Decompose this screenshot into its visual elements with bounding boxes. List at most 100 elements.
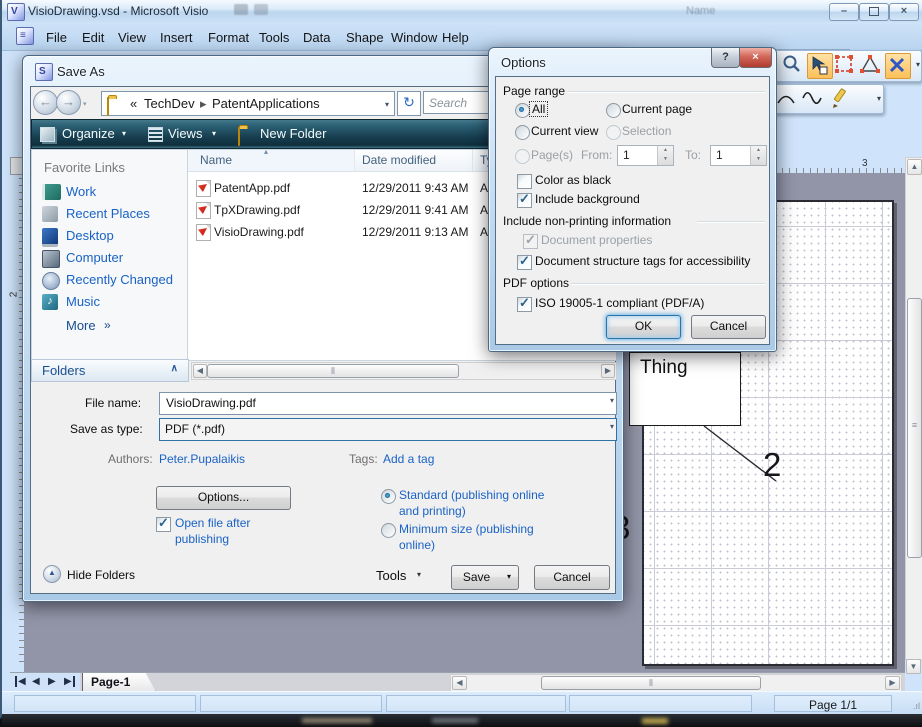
to-spinner[interactable]: 1 ▲▼ (710, 145, 767, 166)
menu-data[interactable]: Data (299, 28, 334, 47)
spinner-arrows-icon[interactable]: ▲▼ (750, 146, 766, 165)
tags-add-link[interactable]: Add a tag (383, 452, 434, 466)
list-horizontal-scrollbar[interactable]: ◀ ⦀ ▶ (191, 362, 617, 380)
recent-pages-icon[interactable]: ▾ (83, 100, 87, 108)
address-bar[interactable]: « TechDev ▸ PatentApplications ▾ (101, 91, 395, 116)
current-view-radio[interactable] (515, 125, 530, 140)
options-button[interactable]: Options... (156, 486, 291, 510)
minimum-radio-label[interactable]: Minimum size (publishing online) (399, 521, 549, 553)
crumb-overflow-icon[interactable]: « (130, 96, 137, 111)
menu-insert[interactable]: Insert (156, 28, 197, 47)
forward-button[interactable]: → (56, 90, 81, 115)
menu-view[interactable]: View (114, 28, 150, 47)
arc-tool-icon[interactable] (775, 87, 799, 111)
next-page-icon[interactable]: ▶ (48, 676, 56, 687)
menu-file[interactable]: File (42, 28, 71, 47)
organize-dropdown-icon[interactable]: ▾ (122, 129, 126, 138)
save-split-dropdown-icon[interactable]: ▾ (500, 565, 519, 590)
views-button[interactable]: Views (168, 126, 202, 141)
open-after-label[interactable]: Open file after publishing (175, 515, 297, 547)
include-background-label[interactable]: Include background (535, 192, 640, 206)
sidebar-item-desktop[interactable]: Desktop (66, 228, 114, 243)
menu-window[interactable]: Window (387, 28, 441, 47)
open-after-checkbox[interactable] (156, 517, 171, 532)
iso-compliant-checkbox[interactable] (517, 297, 532, 312)
tools-dropdown-icon[interactable]: ▾ (417, 570, 421, 579)
toolbar-overflow-icon[interactable]: ▾ (916, 60, 920, 69)
scroll-down-icon[interactable]: ▼ (906, 659, 921, 674)
cancel-button[interactable]: Cancel (534, 565, 610, 590)
scroll-right-icon[interactable]: ▶ (601, 364, 615, 378)
vertical-scroll-thumb[interactable]: ≡ (907, 298, 922, 558)
cancel-button[interactable]: Cancel (691, 315, 766, 339)
last-page-icon[interactable]: ▶ (64, 676, 75, 687)
triangle-tool-icon[interactable] (859, 53, 883, 77)
scroll-right-icon[interactable]: ▶ (885, 676, 900, 690)
minimize-button[interactable]: – (829, 3, 859, 21)
back-button[interactable]: ← (33, 90, 58, 115)
combo-dropdown-icon[interactable]: ▾ (610, 422, 614, 431)
page-tab[interactable]: Page-1 (82, 673, 156, 692)
current-page-radio[interactable] (606, 103, 621, 118)
views-dropdown-icon[interactable]: ▾ (212, 129, 216, 138)
minimum-radio[interactable] (381, 523, 396, 538)
toolbar-overflow-icon[interactable]: ▾ (877, 94, 881, 103)
freeform-tool-icon[interactable] (801, 87, 825, 111)
include-background-checkbox[interactable] (517, 193, 532, 208)
menu-help[interactable]: Help (438, 28, 473, 47)
vertical-scrollbar[interactable]: ▲ ≡ (905, 157, 922, 660)
scroll-left-icon[interactable]: ◀ (452, 676, 467, 690)
column-header-name[interactable]: Name ▴ (188, 150, 355, 171)
close-button[interactable]: × (739, 48, 772, 68)
resize-grip[interactable]: .ıl (913, 702, 920, 711)
sidebar-item-recently-changed[interactable]: Recently Changed (66, 272, 173, 287)
all-radio-label[interactable]: All (530, 102, 547, 116)
breadcrumb-patentapplications[interactable]: PatentApplications (212, 96, 320, 111)
callout-number-2[interactable]: 2 (763, 446, 781, 484)
standard-radio-label[interactable]: Standard (publishing online and printing… (399, 487, 549, 519)
color-as-black-checkbox[interactable] (517, 174, 532, 189)
column-header-modified[interactable]: Date modified (354, 150, 473, 171)
prev-page-icon[interactable]: ◀ (32, 676, 40, 687)
refresh-button[interactable]: ↻ (397, 91, 421, 116)
folders-bar[interactable]: Folders ∧ (31, 359, 189, 382)
combo-dropdown-icon[interactable]: ▾ (610, 396, 614, 405)
hide-folders-icon[interactable]: ▲ (43, 565, 61, 583)
maximize-button[interactable] (859, 3, 889, 21)
list-scroll-thumb[interactable]: ⦀ (207, 364, 459, 378)
ok-button[interactable]: OK (606, 315, 681, 339)
thing-shape[interactable]: Thing (629, 352, 741, 426)
spinner-arrows-icon[interactable]: ▲▼ (657, 146, 673, 165)
pencil-tool-icon[interactable] (829, 87, 853, 111)
file-name-input[interactable] (164, 395, 588, 411)
menu-edit[interactable]: Edit (78, 28, 108, 47)
color-as-black-label[interactable]: Color as black (535, 173, 611, 187)
hide-folders-button[interactable]: Hide Folders (67, 568, 135, 582)
scroll-up-icon[interactable]: ▲ (907, 159, 922, 175)
first-page-icon[interactable]: ◀ (15, 676, 26, 687)
organize-button[interactable]: Organize (62, 126, 115, 141)
breadcrumb-techdev[interactable]: TechDev (144, 96, 195, 111)
connection-point-tool-icon[interactable] (885, 53, 911, 79)
zoom-tool-icon[interactable] (781, 53, 805, 77)
current-page-label[interactable]: Current page (622, 102, 692, 116)
current-view-label[interactable]: Current view (531, 124, 598, 138)
from-spinner[interactable]: 1 ▲▼ (617, 145, 674, 166)
pointer-tool-icon[interactable] (807, 53, 833, 79)
address-dropdown-icon[interactable]: ▾ (385, 100, 389, 109)
document-structure-checkbox[interactable] (517, 255, 532, 270)
help-button[interactable]: ? (711, 48, 740, 68)
all-radio[interactable] (515, 103, 530, 118)
horizontal-scrollbar[interactable]: ◀ ⦀ ▶ (450, 674, 902, 692)
selection-rect-icon[interactable] (833, 53, 857, 77)
menu-format[interactable]: Format (204, 28, 253, 47)
sidebar-item-computer[interactable]: Computer (66, 250, 123, 265)
new-folder-button[interactable]: New Folder (260, 126, 326, 141)
save-type-combo[interactable]: PDF (*.pdf) ▾ (159, 418, 617, 441)
save-button[interactable]: Save (451, 565, 502, 590)
scroll-left-icon[interactable]: ◀ (193, 364, 207, 378)
file-name-combo[interactable]: ▾ (159, 392, 617, 415)
iso-compliant-label[interactable]: ISO 19005-1 compliant (PDF/A) (535, 296, 704, 310)
sidebar-more-link[interactable]: More (66, 318, 96, 333)
sidebar-item-recent-places[interactable]: Recent Places (66, 206, 150, 221)
